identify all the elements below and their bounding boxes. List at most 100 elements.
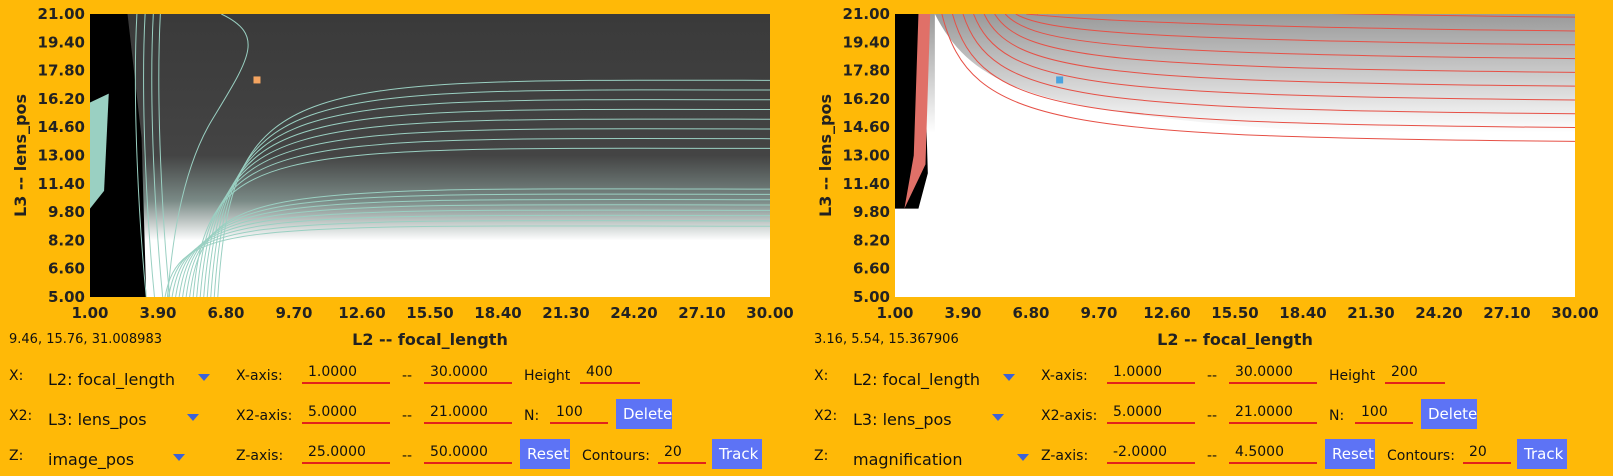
x2-control-row: X2: L3: lens_pos X2-axis: 5.0000 -- 21.0… bbox=[805, 399, 1605, 436]
x-tick-label: 15.50 bbox=[1211, 304, 1258, 322]
x2-axis-min-input[interactable]: 5.0000 bbox=[302, 402, 390, 424]
z-axis-max-input[interactable]: 50.0000 bbox=[424, 442, 512, 464]
z-axis-max-input[interactable]: 4.5000 bbox=[1229, 442, 1317, 464]
y-tick-label: 11.40 bbox=[38, 175, 85, 193]
z-variable-select[interactable]: magnification bbox=[853, 444, 1029, 472]
x-axis-label: X-axis: bbox=[1041, 368, 1088, 384]
z-axis-label: Z-axis: bbox=[1041, 448, 1089, 464]
x-control-row: X: L2: focal_length X-axis: 1.0000 -- 30… bbox=[0, 362, 800, 396]
contours-label: Contours: bbox=[1387, 448, 1455, 464]
x2-select-label: X2: bbox=[814, 408, 838, 424]
x-tick-label: 12.60 bbox=[1143, 304, 1190, 322]
chevron-down-icon[interactable] bbox=[198, 374, 210, 381]
y-tick-label: 17.80 bbox=[38, 62, 85, 80]
cursor-readout: 3.16, 5.54, 15.367906 bbox=[814, 332, 959, 347]
contours-input[interactable]: 20 bbox=[1463, 442, 1511, 464]
reset-button[interactable]: Reset bbox=[520, 439, 570, 469]
range-separator: -- bbox=[1207, 408, 1218, 424]
contour-plot-image-pos[interactable]: 1.00 3.90 6.80 9.70 12.60 15.50 18.40 21.30 24.2… bbox=[0, 0, 800, 350]
x2-axis-max-input[interactable]: 21.0000 bbox=[1229, 402, 1317, 424]
x-select-label: X: bbox=[814, 368, 829, 384]
x-tick-label: 6.80 bbox=[207, 304, 244, 322]
x2-select-label: X2: bbox=[9, 408, 33, 424]
x-axis-min-input[interactable]: 1.0000 bbox=[1107, 362, 1195, 384]
chevron-down-icon[interactable] bbox=[187, 414, 199, 421]
x2-variable-select[interactable]: L3: lens_pos bbox=[48, 404, 220, 432]
tracking-marker[interactable] bbox=[253, 76, 261, 84]
y-tick-label: 6.60 bbox=[853, 260, 890, 278]
chevron-down-icon[interactable] bbox=[992, 414, 1004, 421]
x2-axis-min-input[interactable]: 5.0000 bbox=[1107, 402, 1195, 424]
range-separator: -- bbox=[402, 448, 413, 464]
x-tick-label: 15.50 bbox=[406, 304, 453, 322]
y-tick-label: 6.60 bbox=[48, 260, 85, 278]
contours-input[interactable]: 20 bbox=[658, 442, 706, 464]
range-separator: -- bbox=[1207, 368, 1218, 384]
x-tick-label: 24.20 bbox=[1415, 304, 1462, 322]
x-axis-max-input[interactable]: 30.0000 bbox=[424, 362, 512, 384]
y-tick-label: 17.80 bbox=[843, 62, 890, 80]
x2-variable-select[interactable]: L3: lens_pos bbox=[853, 404, 1025, 432]
x-variable-select[interactable]: L2: focal_length bbox=[853, 364, 1025, 392]
y-axis-title: L3 -- lens_pos bbox=[11, 94, 30, 217]
z-axis-min-input[interactable]: 25.0000 bbox=[302, 442, 390, 464]
x-tick-label: 18.40 bbox=[474, 304, 521, 322]
reset-button[interactable]: Reset bbox=[1325, 439, 1375, 469]
x-tick-label: 21.30 bbox=[1347, 304, 1394, 322]
x2-axis-max-input[interactable]: 21.0000 bbox=[424, 402, 512, 424]
x-tick-label: 3.90 bbox=[944, 304, 981, 322]
range-separator: -- bbox=[1207, 448, 1218, 464]
right-plot-panel: 1.00 3.90 6.80 9.70 12.60 15.50 18.40 21.30 24.2… bbox=[805, 0, 1605, 476]
y-tick-label: 14.60 bbox=[843, 118, 890, 136]
x-tick-label: 30.00 bbox=[1551, 304, 1598, 322]
x-tick-label: 9.70 bbox=[1080, 304, 1117, 322]
x-tick-label: 3.90 bbox=[139, 304, 176, 322]
delete-button[interactable]: Delete bbox=[1421, 399, 1477, 429]
height-input[interactable]: 400 bbox=[580, 362, 640, 384]
x-variable-select[interactable]: L2: focal_length bbox=[48, 364, 220, 392]
x2-select-value: L3: lens_pos bbox=[48, 410, 147, 429]
n-input[interactable]: 100 bbox=[550, 402, 608, 424]
z-select-label: Z: bbox=[9, 448, 24, 464]
y-tick-label: 8.20 bbox=[48, 231, 85, 249]
y-tick-label: 8.20 bbox=[853, 231, 890, 249]
chevron-down-icon[interactable] bbox=[173, 454, 185, 461]
n-input[interactable]: 100 bbox=[1355, 402, 1413, 424]
contour-plot-magnification[interactable]: 1.00 3.90 6.80 9.70 12.60 15.50 18.40 21.30 24.2… bbox=[805, 0, 1613, 350]
x-axis-min-input[interactable]: 1.0000 bbox=[302, 362, 390, 384]
chevron-down-icon[interactable] bbox=[1017, 454, 1029, 461]
x-axis-max-input[interactable]: 30.0000 bbox=[1229, 362, 1317, 384]
z-control-row: Z: magnification Z-axis: -2.0000 -- 4.50… bbox=[805, 439, 1605, 476]
range-separator: -- bbox=[402, 368, 413, 384]
x-tick-label: 21.30 bbox=[542, 304, 589, 322]
x-tick-label: 12.60 bbox=[338, 304, 385, 322]
height-input[interactable]: 200 bbox=[1385, 362, 1445, 384]
x-tick-label: 18.40 bbox=[1279, 304, 1326, 322]
contour-line bbox=[1057, 14, 1059, 15]
y-axis-title: L3 -- lens_pos bbox=[816, 94, 835, 217]
delete-button[interactable]: Delete bbox=[616, 399, 672, 429]
contour-line bbox=[1047, 14, 1049, 15]
x-tick-label: 27.10 bbox=[1483, 304, 1530, 322]
x2-select-value: L3: lens_pos bbox=[853, 410, 952, 429]
z-select-value: image_pos bbox=[48, 450, 135, 469]
height-label: Height bbox=[524, 368, 571, 384]
range-separator: -- bbox=[402, 408, 413, 424]
x-select-label: X: bbox=[9, 368, 24, 384]
tracking-marker[interactable] bbox=[1056, 76, 1064, 84]
y-tick-label: 13.00 bbox=[843, 147, 890, 165]
track-button[interactable]: Track bbox=[1517, 439, 1567, 469]
left-plot-panel: 1.00 3.90 6.80 9.70 12.60 15.50 18.40 21.30 24.2… bbox=[0, 0, 800, 476]
y-tick-label: 9.80 bbox=[853, 203, 890, 221]
y-tick-label: 16.20 bbox=[38, 90, 85, 108]
x-tick-label: 6.80 bbox=[1012, 304, 1049, 322]
z-select-label: Z: bbox=[814, 448, 829, 464]
y-tick-label: 5.00 bbox=[48, 288, 85, 306]
y-tick-label: 9.80 bbox=[48, 203, 85, 221]
x-select-value: L2: focal_length bbox=[48, 370, 176, 389]
chevron-down-icon[interactable] bbox=[1003, 374, 1015, 381]
height-label: Height bbox=[1329, 368, 1376, 384]
z-axis-min-input[interactable]: -2.0000 bbox=[1107, 442, 1195, 464]
z-variable-select[interactable]: image_pos bbox=[48, 444, 220, 472]
track-button[interactable]: Track bbox=[712, 439, 762, 469]
